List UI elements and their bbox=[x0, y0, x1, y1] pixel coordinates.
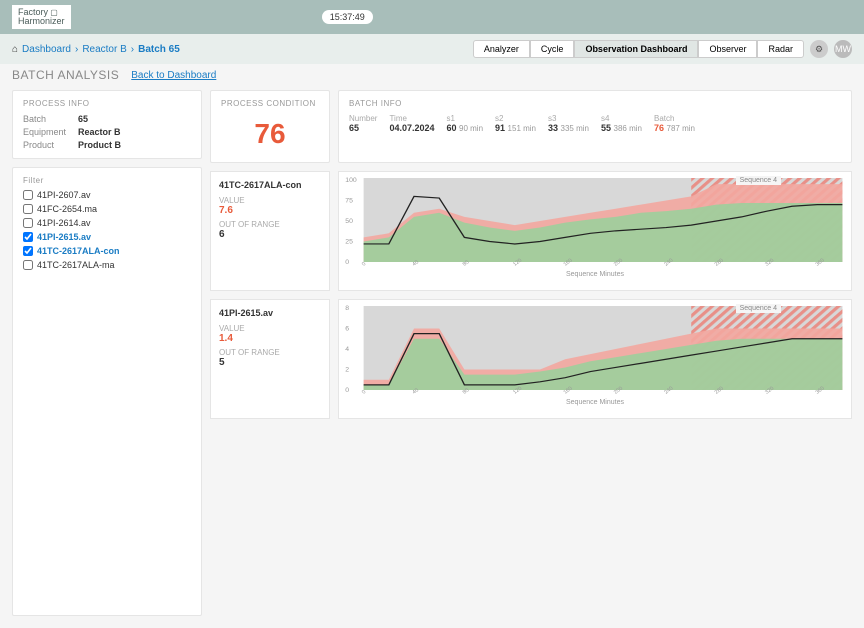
filter-checkbox[interactable] bbox=[23, 232, 33, 242]
info-value: Reactor B bbox=[78, 127, 191, 137]
svg-text:50: 50 bbox=[345, 218, 353, 225]
breadcrumb-link[interactable]: Dashboard bbox=[22, 44, 71, 55]
batch-info-col: Number65 bbox=[349, 114, 377, 133]
tab-observation-dashboard[interactable]: Observation Dashboard bbox=[574, 40, 698, 58]
batch-info-col: Batch76 787 min bbox=[654, 114, 695, 133]
tab-analyzer[interactable]: Analyzer bbox=[473, 40, 530, 58]
filter-label: 41PI-2615.av bbox=[37, 232, 91, 242]
svg-text:75: 75 bbox=[345, 198, 353, 205]
svg-text:2: 2 bbox=[345, 367, 349, 374]
svg-text:0: 0 bbox=[345, 387, 349, 394]
app-header: Factory Harmonizer 15:37:49 bbox=[0, 0, 864, 34]
panel-title: Filter bbox=[23, 176, 191, 185]
filter-checkbox[interactable] bbox=[23, 218, 33, 228]
panel-title: BATCH INFO bbox=[349, 99, 841, 108]
gear-icon[interactable]: ⚙ bbox=[810, 40, 828, 58]
svg-text:6: 6 bbox=[345, 326, 349, 333]
batch-info-col: Time04.07.2024 bbox=[389, 114, 434, 133]
filter-checkbox[interactable] bbox=[23, 190, 33, 200]
panel-title: PROCESS INFO bbox=[23, 99, 191, 108]
batch-info-col: s333 335 min bbox=[548, 114, 589, 133]
svg-text:0: 0 bbox=[361, 389, 368, 394]
view-tabs: AnalyzerCycleObservation DashboardObserv… bbox=[473, 40, 804, 58]
filter-item[interactable]: 41PI-2614.av bbox=[23, 217, 191, 229]
chart-xlabel: Sequence Minutes bbox=[343, 271, 847, 278]
svg-text:0: 0 bbox=[361, 261, 368, 266]
breadcrumb-link[interactable]: Reactor B bbox=[82, 44, 126, 55]
chart-value-label: VALUE bbox=[219, 196, 321, 205]
info-key: Batch bbox=[23, 114, 66, 124]
chart-value: 1.4 bbox=[219, 333, 321, 344]
breadcrumb-current: Batch 65 bbox=[138, 44, 180, 55]
filter-item[interactable]: 41PI-2607.av bbox=[23, 189, 191, 201]
svg-text:100: 100 bbox=[345, 177, 357, 184]
page-title: BATCH ANALYSIS bbox=[12, 68, 119, 82]
chevron-right-icon: › bbox=[75, 44, 78, 55]
filter-checkbox[interactable] bbox=[23, 246, 33, 256]
sequence-label: Sequence 4 bbox=[736, 304, 781, 313]
tab-cycle[interactable]: Cycle bbox=[530, 40, 575, 58]
chart-oor: 5 bbox=[219, 357, 321, 368]
sequence-label: Sequence 4 bbox=[736, 176, 781, 185]
filter-checkbox[interactable] bbox=[23, 260, 33, 270]
filter-item[interactable]: 41TC-2617ALA-con bbox=[23, 245, 191, 257]
chart-oor-label: OUT OF RANGE bbox=[219, 348, 321, 357]
info-key: Product bbox=[23, 140, 66, 150]
chart-meta: 41TC-2617ALA-con VALUE7.6 OUT OF RANGE6 bbox=[210, 171, 330, 291]
tab-radar[interactable]: Radar bbox=[757, 40, 804, 58]
chart-xlabel: Sequence Minutes bbox=[343, 399, 847, 406]
filter-label: 41FC-2654.ma bbox=[37, 204, 97, 214]
filter-panel: Filter 41PI-2607.av 41FC-2654.ma 41PI-2614… bbox=[12, 167, 202, 616]
chart-oor: 6 bbox=[219, 229, 321, 240]
back-link[interactable]: Back to Dashboard bbox=[131, 70, 216, 81]
info-key: Equipment bbox=[23, 127, 66, 137]
home-icon: ⌂ bbox=[12, 44, 18, 55]
chart-meta: 41PI-2615.av VALUE1.4 OUT OF RANGE5 bbox=[210, 299, 330, 419]
batch-info-panel: BATCH INFO Number65 Time04.07.2024 s160 90… bbox=[338, 90, 852, 163]
filter-label: 41PI-2607.av bbox=[37, 190, 91, 200]
app-logo: Factory Harmonizer bbox=[12, 5, 71, 29]
filter-label: 41TC-2617ALA-con bbox=[37, 246, 120, 256]
svg-text:0: 0 bbox=[345, 259, 349, 266]
chart-name: 41TC-2617ALA-con bbox=[219, 180, 321, 190]
chart-row: 41TC-2617ALA-con VALUE7.6 OUT OF RANGE6 Seq… bbox=[210, 171, 852, 291]
avatar[interactable]: MW bbox=[834, 40, 852, 58]
filter-item[interactable]: 41FC-2654.ma bbox=[23, 203, 191, 215]
tab-observer[interactable]: Observer bbox=[698, 40, 757, 58]
chart-value-label: VALUE bbox=[219, 324, 321, 333]
breadcrumb: ⌂ Dashboard › Reactor B › Batch 65 bbox=[12, 44, 180, 55]
chart-oor-label: OUT OF RANGE bbox=[219, 220, 321, 229]
page-subheader: BATCH ANALYSIS Back to Dashboard bbox=[0, 64, 864, 90]
batch-info-col: s160 90 min bbox=[447, 114, 484, 133]
filter-label: 41TC-2617ALA-ma bbox=[37, 260, 115, 270]
info-value: 65 bbox=[78, 114, 191, 124]
topbar: ⌂ Dashboard › Reactor B › Batch 65 Analy… bbox=[0, 34, 864, 64]
chart-row: 41PI-2615.av VALUE1.4 OUT OF RANGE5 Sequenc… bbox=[210, 299, 852, 419]
filter-item[interactable]: 41PI-2615.av bbox=[23, 231, 191, 243]
filter-item[interactable]: 41TC-2617ALA-ma bbox=[23, 259, 191, 271]
condition-value: 76 bbox=[221, 114, 319, 154]
svg-text:25: 25 bbox=[345, 239, 353, 246]
info-value: Product B bbox=[78, 140, 191, 150]
clock-badge: 15:37:49 bbox=[322, 10, 373, 24]
svg-text:8: 8 bbox=[345, 305, 349, 312]
chart-name: 41PI-2615.av bbox=[219, 308, 321, 318]
chart-plot: Sequence 4025507510004080120160200240280… bbox=[338, 171, 852, 291]
filter-checkbox[interactable] bbox=[23, 204, 33, 214]
chart-plot: Sequence 4024680408012016020024028032036… bbox=[338, 299, 852, 419]
svg-text:4: 4 bbox=[345, 346, 349, 353]
batch-info-col: s455 386 min bbox=[601, 114, 642, 133]
process-condition-panel: PROCESS CONDITION 76 bbox=[210, 90, 330, 163]
chart-value: 7.6 bbox=[219, 205, 321, 216]
batch-info-col: s291 151 min bbox=[495, 114, 536, 133]
chevron-right-icon: › bbox=[131, 44, 134, 55]
process-info-panel: PROCESS INFO Batch 65 Equipment Reactor B Pr… bbox=[12, 90, 202, 159]
filter-label: 41PI-2614.av bbox=[37, 218, 91, 228]
panel-title: PROCESS CONDITION bbox=[221, 99, 319, 108]
